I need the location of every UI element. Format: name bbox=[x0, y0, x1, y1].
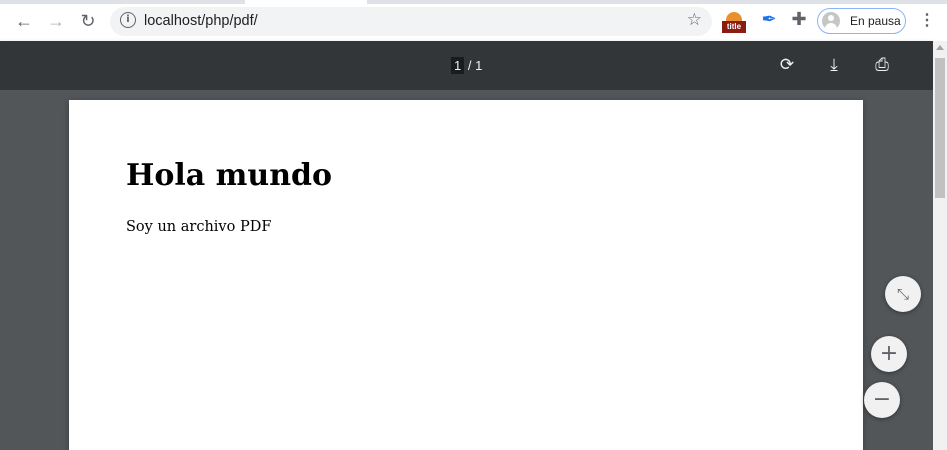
forward-button[interactable]: → bbox=[43, 8, 69, 34]
address-bar[interactable]: i localhost/php/pdf/ ☆ bbox=[110, 7, 712, 36]
extensions-puzzle-icon[interactable]: ✚ bbox=[787, 9, 811, 33]
url-text[interactable]: localhost/php/pdf/ bbox=[144, 13, 258, 29]
avatar bbox=[822, 12, 840, 30]
pdf-page: Hola mundo Soy un archivo PDF bbox=[69, 100, 863, 450]
page-indicator: 1 / 1 bbox=[451, 57, 482, 74]
profile-button[interactable]: En pausa bbox=[817, 8, 906, 34]
pdf-toolbar: 1 / 1 ⟳ ⤓ ⎙ bbox=[0, 41, 933, 90]
document-paragraph: Soy un archivo PDF bbox=[126, 219, 272, 235]
title-extension-icon[interactable]: title bbox=[722, 9, 746, 33]
print-icon[interactable]: ⎙ bbox=[870, 53, 894, 77]
browser-toolbar: ← → ↻ i localhost/php/pdf/ ☆ title ✒ ✚ E… bbox=[0, 0, 947, 41]
plus-icon: + bbox=[879, 341, 899, 366]
active-tab[interactable] bbox=[245, 0, 367, 4]
scrollbar-thumb[interactable] bbox=[935, 58, 945, 198]
pdf-viewer[interactable]: Hola mundo Soy un archivo PDF bbox=[0, 90, 933, 450]
tab-strip bbox=[0, 0, 947, 4]
arrow-right-icon: → bbox=[47, 10, 65, 31]
scroll-up-arrow-icon[interactable] bbox=[936, 45, 944, 50]
arrow-left-icon: ← bbox=[15, 10, 33, 31]
zoom-in-button[interactable]: + bbox=[871, 336, 907, 372]
fit-to-page-button[interactable]: ⤡ bbox=[885, 276, 921, 312]
current-page-input[interactable]: 1 bbox=[451, 57, 465, 74]
reload-button[interactable]: ↻ bbox=[75, 8, 101, 34]
info-icon[interactable]: i bbox=[120, 12, 136, 28]
scrollbar[interactable] bbox=[933, 41, 947, 450]
total-pages: / 1 bbox=[467, 58, 483, 73]
minus-icon: − bbox=[872, 387, 892, 412]
download-icon[interactable]: ⤓ bbox=[822, 53, 846, 77]
title-extension-label: title bbox=[722, 21, 746, 33]
profile-status: En pausa bbox=[850, 14, 901, 28]
menu-kebab-icon[interactable]: ⋮ bbox=[919, 9, 935, 33]
reload-icon: ↻ bbox=[80, 10, 96, 31]
zoom-out-button[interactable]: − bbox=[864, 382, 900, 418]
collapse-icon: ⤡ bbox=[896, 285, 909, 303]
document-heading: Hola mundo bbox=[126, 158, 332, 193]
rotate-icon[interactable]: ⟳ bbox=[775, 53, 799, 77]
quill-extension-icon[interactable]: ✒ bbox=[757, 9, 781, 33]
bookmark-star-icon[interactable]: ☆ bbox=[687, 10, 702, 30]
back-button[interactable]: ← bbox=[11, 8, 37, 34]
